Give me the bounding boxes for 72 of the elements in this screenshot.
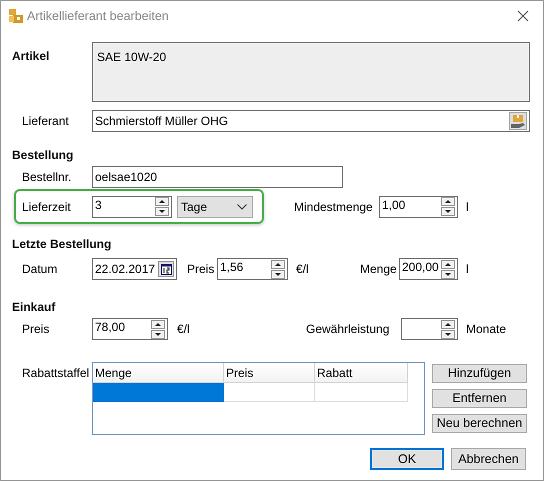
spin-up-button[interactable] — [441, 197, 455, 206]
close-icon — [517, 10, 529, 22]
field-label: €/l — [177, 321, 191, 338]
down-arrow-icon — [445, 332, 451, 336]
spin-down-button[interactable] — [441, 330, 455, 338]
number-spinner[interactable] — [401, 318, 458, 340]
box-hand-icon — [511, 114, 525, 128]
column-header[interactable]: Preis — [224, 363, 315, 383]
column-header[interactable]: Menge — [93, 363, 224, 383]
window-title: Artikellieferant bearbeiten — [27, 8, 170, 25]
down-arrow-icon — [445, 272, 451, 276]
supplier-field[interactable]: Schmierstoff Müller OHG — [92, 110, 530, 132]
dialog-button[interactable]: OK — [370, 448, 444, 470]
chevron-down-icon — [237, 204, 247, 210]
spin-down-button[interactable] — [441, 207, 455, 216]
spin-down-button[interactable] — [155, 207, 169, 216]
field-label: €/l — [296, 261, 310, 278]
number-spinner[interactable]: 3 — [92, 196, 172, 218]
calendar-icon — [160, 264, 172, 274]
up-arrow-icon — [445, 322, 451, 326]
field-label: Gewährleistung — [306, 321, 390, 338]
down-arrow-icon — [159, 210, 165, 213]
field-label: Lieferant — [22, 113, 70, 130]
spin-up-button[interactable] — [155, 197, 169, 206]
up-arrow-icon — [275, 262, 281, 266]
down-arrow-icon — [445, 210, 451, 213]
spin-up-button[interactable] — [441, 260, 455, 268]
dialog-button[interactable]: Abbrechen — [451, 448, 526, 470]
table-action-button[interactable]: Neu berechnen — [432, 414, 527, 433]
spin-down-button[interactable] — [151, 330, 165, 338]
field-label: l — [466, 261, 469, 278]
order-number-field[interactable]: oelsae1020 — [92, 166, 343, 188]
field-label: Lieferzeit — [22, 198, 72, 216]
unit-dropdown[interactable]: Tage — [177, 196, 253, 218]
down-arrow-icon — [155, 332, 161, 336]
field-label: Monate — [466, 321, 506, 338]
field-label: Preis — [22, 321, 50, 338]
field-label: Datum — [22, 261, 58, 278]
section-heading: Bestellung — [12, 147, 74, 164]
field-label: Artikel — [12, 48, 50, 65]
spin-down-button[interactable] — [271, 270, 285, 278]
dropdown-value: Tage — [181, 198, 208, 216]
field-label: Menge — [360, 261, 398, 278]
field-label: l — [466, 198, 469, 216]
section-heading: Letzte Bestellung — [12, 236, 112, 253]
spin-up-button[interactable] — [151, 320, 165, 328]
date-picker-button[interactable] — [158, 261, 174, 277]
section-heading: Einkauf — [12, 299, 56, 316]
spin-down-button[interactable] — [441, 270, 455, 278]
column-header[interactable]: Rabatt — [315, 363, 408, 383]
down-arrow-icon — [275, 272, 281, 276]
field-label: Rabattstaffel — [22, 365, 90, 382]
field-label: Mindestmenge — [294, 198, 374, 216]
article-box: SAE 10W-20 — [92, 42, 530, 102]
up-arrow-icon — [445, 200, 451, 203]
up-arrow-icon — [445, 262, 451, 266]
table-action-button[interactable]: Entfernen — [432, 389, 527, 408]
number-spinner[interactable]: 78,00 — [92, 318, 168, 340]
boxes-icon — [8, 8, 24, 24]
up-arrow-icon — [159, 200, 165, 203]
spin-up-button[interactable] — [441, 320, 455, 328]
spin-up-button[interactable] — [271, 260, 285, 268]
table-action-button[interactable]: Hinzufügen — [432, 364, 527, 383]
field-label: Bestellnr. — [22, 169, 72, 186]
number-spinner[interactable]: 1,00 — [379, 196, 458, 218]
field-label: Preis — [187, 261, 216, 278]
supplier-picker-button[interactable] — [509, 112, 527, 130]
date-field[interactable]: 22.02.2017 — [92, 258, 177, 280]
up-arrow-icon — [155, 322, 161, 326]
number-spinner[interactable]: 200,00 — [399, 258, 458, 280]
table-cell[interactable] — [93, 383, 224, 402]
number-spinner[interactable]: 1,56 — [217, 258, 288, 280]
